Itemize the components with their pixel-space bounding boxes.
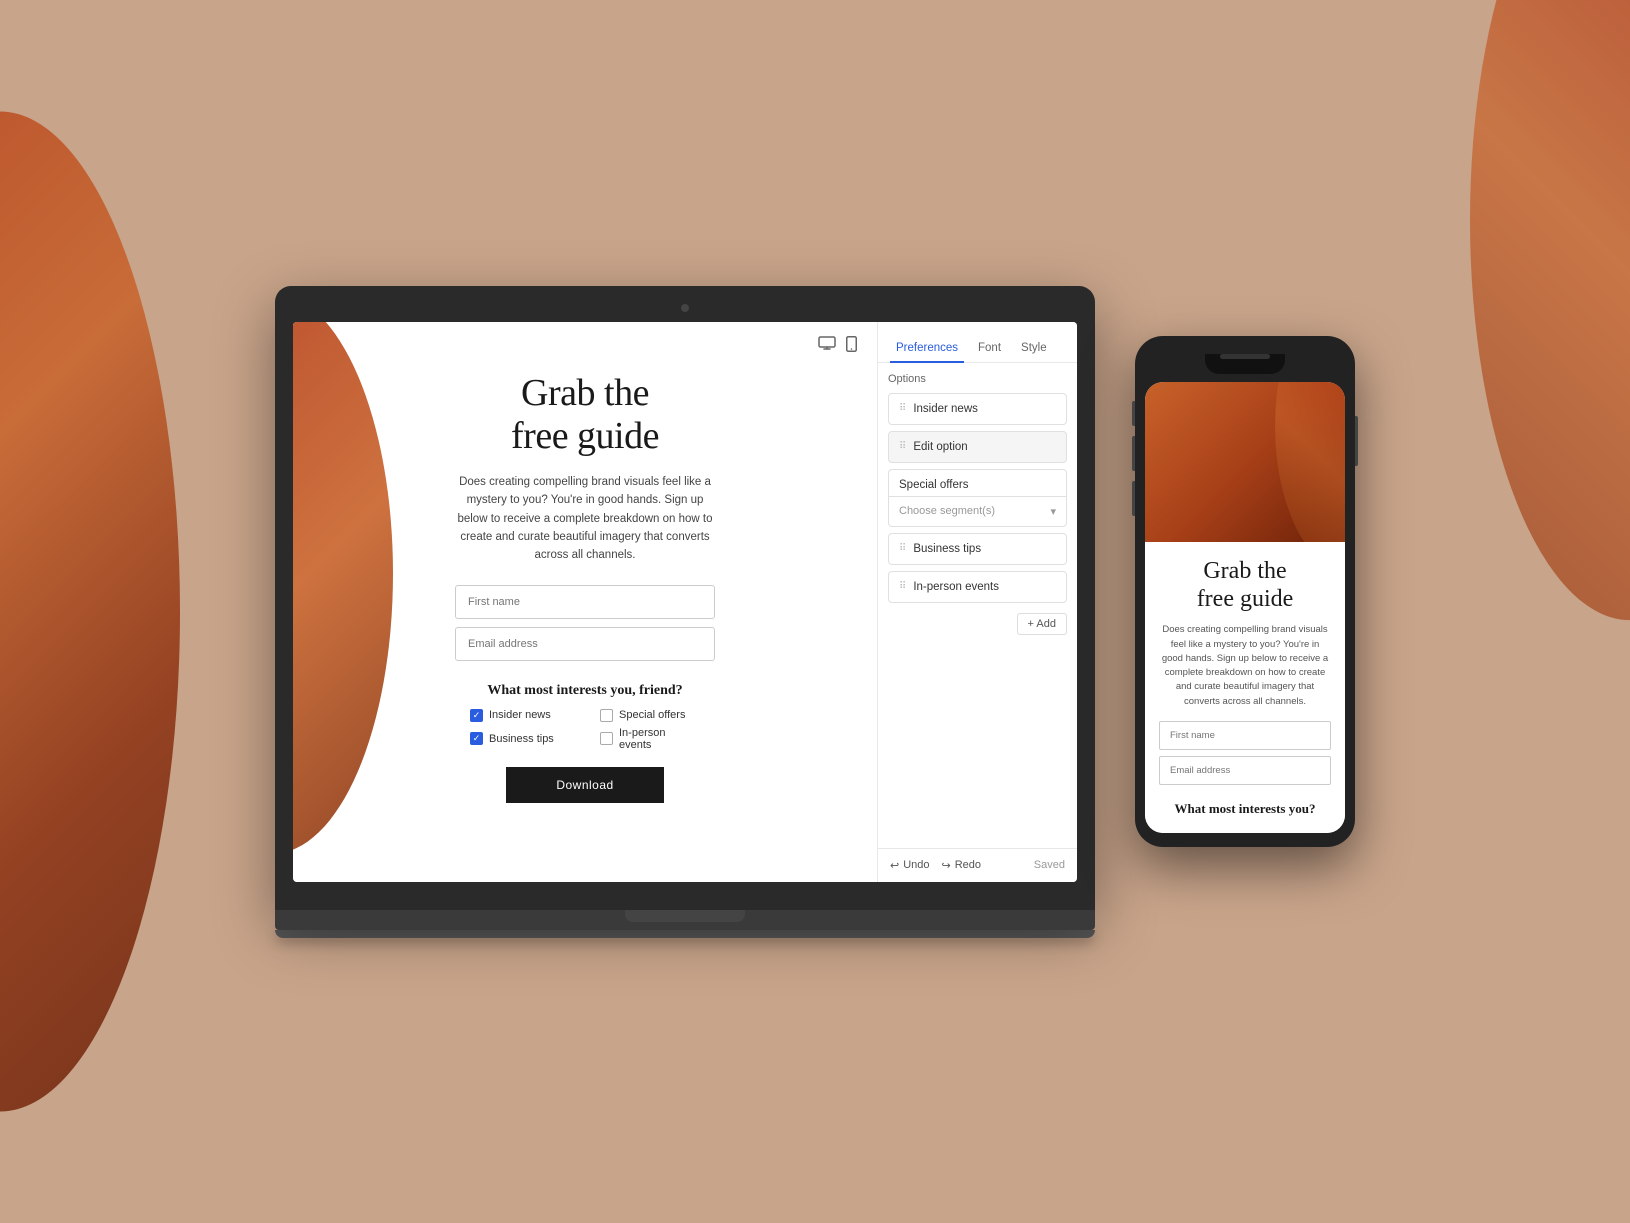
- options-label: Options: [888, 373, 1067, 385]
- device-icons: [818, 336, 857, 357]
- mobile-icon[interactable]: [846, 336, 857, 357]
- phone-device: Grab the free guide Does creating compel…: [1135, 336, 1355, 847]
- checkbox-in-person-events-box: [600, 732, 613, 745]
- desktop-icon[interactable]: [818, 336, 836, 357]
- drag-dots-3: ⠿: [899, 543, 905, 554]
- interests-title: What most interests you, friend?: [487, 683, 682, 699]
- tab-style[interactable]: Style: [1015, 336, 1053, 362]
- firstname-input[interactable]: [455, 585, 715, 619]
- phone-btn-silent: [1132, 401, 1135, 426]
- checkbox-special-offers[interactable]: Special offers: [600, 709, 700, 722]
- segment-dropdown[interactable]: Choose segment(s) ▾: [888, 496, 1067, 527]
- chevron-down-icon: ▾: [1050, 505, 1056, 518]
- undo-action[interactable]: ↩ Undo: [890, 859, 930, 872]
- option-insider-news[interactable]: ⠿ Insider news: [888, 393, 1067, 425]
- checkbox-special-offers-box: [600, 709, 613, 722]
- redo-icon: ↪: [942, 859, 951, 872]
- laptop-camera: [681, 304, 689, 312]
- redo-label: Redo: [955, 859, 981, 871]
- phone-hero-flower: [1235, 382, 1345, 542]
- laptop-stand: [625, 910, 745, 922]
- special-offers-label: Special offers: [888, 469, 1067, 496]
- checkbox-special-offers-label: Special offers: [619, 709, 685, 721]
- laptop-device: Grab the free guide Does creating compel…: [275, 286, 1095, 938]
- option-business-tips[interactable]: ⠿ Business tips: [888, 533, 1067, 565]
- laptop-base: [275, 910, 1095, 930]
- undo-label: Undo: [903, 859, 929, 871]
- checkbox-business-tips[interactable]: ✓ Business tips: [470, 727, 570, 751]
- phone-content: Grab the free guide Does creating compel…: [1145, 542, 1345, 833]
- saved-status: Saved: [1034, 859, 1065, 871]
- option-business-tips-label: Business tips: [913, 543, 981, 555]
- phone-screen: Grab the free guide Does creating compel…: [1145, 382, 1345, 833]
- phone-description: Does creating compelling brand visuals f…: [1159, 623, 1331, 709]
- phone-speaker: [1220, 354, 1270, 359]
- checkbox-insider-news-box: ✓: [470, 709, 483, 722]
- checkbox-business-tips-label: Business tips: [489, 733, 554, 745]
- phone-firstname-input[interactable]: [1159, 721, 1331, 750]
- download-button[interactable]: Download: [506, 767, 663, 803]
- option-in-person-events-label: In-person events: [913, 581, 999, 593]
- add-button[interactable]: + Add: [1017, 613, 1067, 635]
- laptop-screen: Grab the free guide Does creating compel…: [293, 322, 1077, 882]
- drag-dots-2: ⠿: [899, 441, 905, 452]
- phone-notch: [1205, 354, 1285, 374]
- option-edit-option-label: Edit option: [913, 441, 967, 453]
- special-offers-section: Special offers Choose segment(s) ▾: [888, 469, 1067, 527]
- page-content: Grab the free guide Does creating compel…: [333, 372, 837, 803]
- bg-floral-right: [1450, 0, 1630, 734]
- drag-dots-4: ⠿: [899, 581, 905, 592]
- phone-btn-right: [1355, 416, 1358, 466]
- checkbox-insider-news[interactable]: ✓ Insider news: [470, 709, 570, 722]
- tab-preferences[interactable]: Preferences: [890, 336, 964, 362]
- phone-interests-title: What most interests you?: [1159, 801, 1331, 817]
- checkbox-in-person-events-label: In-person events: [619, 727, 700, 751]
- page-subtitle: Does creating compelling brand visuals f…: [455, 473, 715, 565]
- checkbox-in-person-events[interactable]: In-person events: [600, 727, 700, 751]
- phone-screen-inner: Grab the free guide Does creating compel…: [1145, 382, 1345, 833]
- phone-body: Grab the free guide Does creating compel…: [1135, 336, 1355, 847]
- add-btn-container: + Add: [888, 609, 1067, 639]
- option-insider-news-label: Insider news: [913, 403, 978, 415]
- tab-font[interactable]: Font: [972, 336, 1007, 362]
- phone-btn-vol-up: [1132, 436, 1135, 471]
- phone-btn-vol-down: [1132, 481, 1135, 516]
- undo-icon: ↩: [890, 859, 899, 872]
- checkboxes: ✓ Insider news Special offers ✓ Business…: [470, 709, 700, 751]
- redo-action[interactable]: ↪ Redo: [942, 859, 982, 872]
- laptop-foot: [275, 930, 1095, 938]
- laptop-body: Grab the free guide Does creating compel…: [275, 286, 1095, 910]
- option-edit-option[interactable]: ⠿ Edit option: [888, 431, 1067, 463]
- phone-email-input[interactable]: [1159, 756, 1331, 785]
- checkbox-business-tips-box: ✓: [470, 732, 483, 745]
- editor-tabs: Preferences Font Style: [878, 322, 1077, 363]
- option-in-person-events[interactable]: ⠿ In-person events: [888, 571, 1067, 603]
- editor-footer: ↩ Undo ↪ Redo Saved: [878, 848, 1077, 882]
- phone-title: Grab the free guide: [1159, 558, 1331, 613]
- bg-floral-left: [0, 0, 230, 1223]
- scene-container: Grab the free guide Does creating compel…: [275, 286, 1355, 938]
- editor-body: Options ⠿ Insider news ⠿ Edit option: [878, 363, 1077, 848]
- page-area: Grab the free guide Does creating compel…: [293, 322, 877, 882]
- phone-hero: [1145, 382, 1345, 542]
- segment-placeholder: Choose segment(s): [899, 505, 995, 517]
- editor-panel: Preferences Font Style Options: [877, 322, 1077, 882]
- checkbox-insider-news-label: Insider news: [489, 709, 551, 721]
- email-input[interactable]: [455, 627, 715, 661]
- drag-dots-1: ⠿: [899, 403, 905, 414]
- page-title: Grab the free guide: [511, 372, 659, 459]
